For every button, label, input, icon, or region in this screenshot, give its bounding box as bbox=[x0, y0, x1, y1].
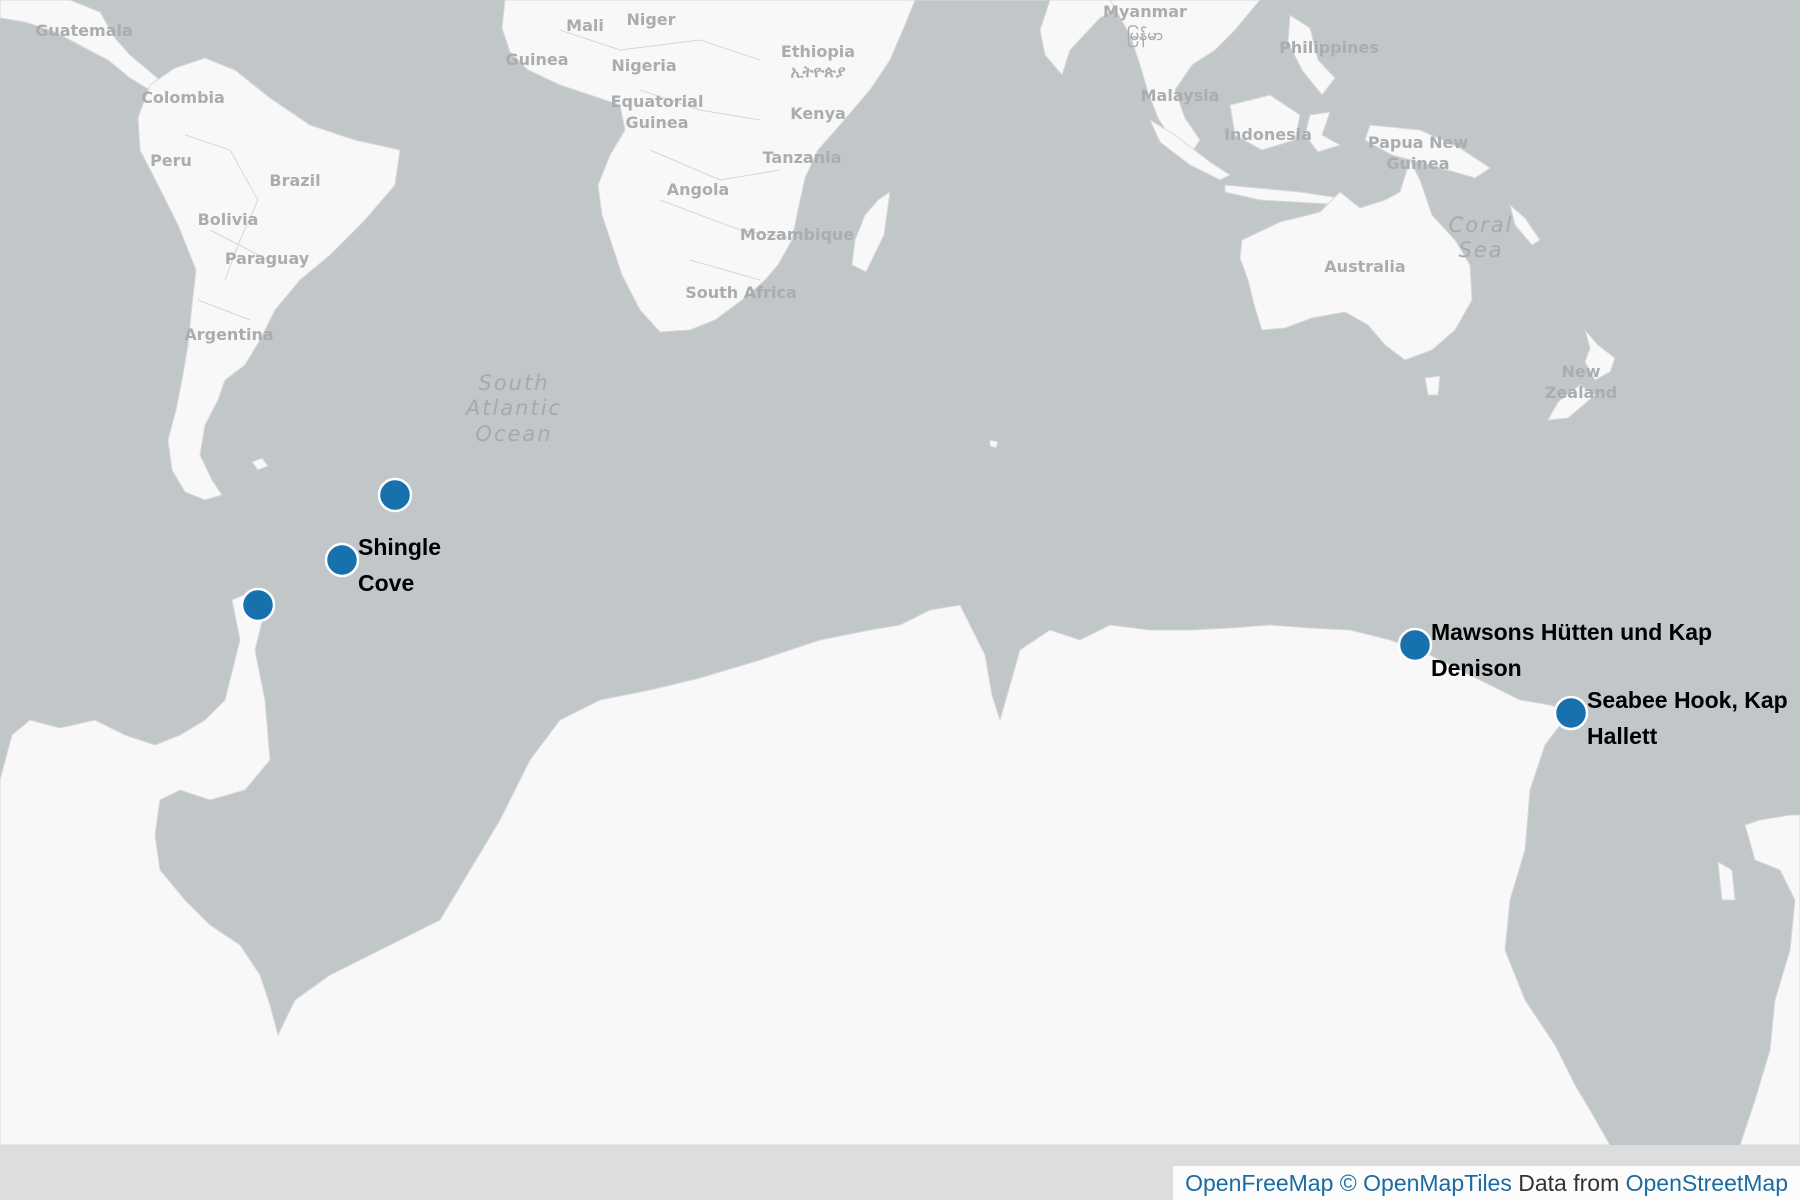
country-label-papua-new-guinea-2: Guinea bbox=[1386, 154, 1449, 173]
ocean-label-south-atlantic-3: Ocean bbox=[475, 422, 552, 446]
country-label-angola: Angola bbox=[667, 180, 730, 199]
country-label-new-zealand-1: New bbox=[1561, 362, 1600, 381]
country-label-australia: Australia bbox=[1324, 257, 1405, 276]
country-label-guatemala: Guatemala bbox=[35, 21, 133, 40]
country-label-equatorial-guinea-1: Equatorial bbox=[611, 92, 704, 111]
country-label-philippines: Philippines bbox=[1279, 38, 1379, 57]
country-label-malaysia: Malaysia bbox=[1141, 86, 1220, 105]
link-openmaptiles[interactable]: © OpenMapTiles bbox=[1340, 1170, 1512, 1196]
country-label-mozambique: Mozambique bbox=[740, 225, 854, 244]
country-label-bolivia: Bolivia bbox=[198, 210, 259, 229]
marker-unlabeled-peninsula[interactable] bbox=[240, 587, 276, 623]
land-tasmania bbox=[1424, 375, 1441, 396]
country-label-niger: Niger bbox=[626, 10, 675, 29]
marker-label-mawsons-huetten-line1: Mawsons Hütten und Kap bbox=[1431, 619, 1712, 645]
map-svg: Guatemala Mali Niger Guinea Nigeria Ethi… bbox=[0, 0, 1800, 1145]
country-label-new-zealand-2: Zealand bbox=[1545, 383, 1617, 402]
ocean-label-coral-sea-2: Sea bbox=[1458, 238, 1503, 262]
country-label-colombia: Colombia bbox=[141, 88, 225, 107]
marker-mawsons-huetten[interactable] bbox=[1397, 627, 1433, 663]
country-label-kenya: Kenya bbox=[790, 104, 846, 123]
country-label-south-africa: South Africa bbox=[685, 283, 797, 302]
link-openstreetmap[interactable]: OpenStreetMap bbox=[1626, 1170, 1788, 1196]
ocean-label-coral-sea-1: Coral bbox=[1449, 213, 1514, 237]
country-label-mali: Mali bbox=[566, 16, 604, 35]
land-kerguelen bbox=[989, 439, 999, 449]
country-label-peru: Peru bbox=[150, 151, 192, 170]
marker-shingle-cove[interactable] bbox=[324, 542, 360, 578]
link-openfreemap[interactable]: OpenFreeMap bbox=[1185, 1170, 1333, 1196]
country-label-papua-new-guinea-1: Papua New bbox=[1368, 133, 1469, 152]
marker-seabee-hook[interactable] bbox=[1553, 695, 1589, 731]
country-label-ethiopia: Ethiopia bbox=[781, 42, 855, 61]
country-label-guinea: Guinea bbox=[505, 50, 568, 69]
country-label-argentina: Argentina bbox=[184, 325, 273, 344]
marker-label-seabee-hook-line1: Seabee Hook, Kap bbox=[1587, 687, 1788, 713]
marker-unlabeled-north[interactable] bbox=[377, 477, 413, 513]
country-label-myanmar: Myanmar bbox=[1103, 2, 1187, 21]
ocean-label-south-atlantic-1: South bbox=[478, 371, 549, 395]
country-label-indonesia: Indonesia bbox=[1224, 125, 1312, 144]
marker-label-mawsons-huetten-line2: Denison bbox=[1431, 655, 1522, 681]
marker-label-seabee-hook-line2: Hallett bbox=[1587, 723, 1658, 749]
country-label-paraguay: Paraguay bbox=[225, 249, 310, 268]
country-label-nigeria: Nigeria bbox=[611, 56, 676, 75]
country-label-equatorial-guinea-2: Guinea bbox=[625, 113, 688, 132]
marker-label-shingle-cove-line1: Shingle bbox=[358, 534, 441, 560]
country-label-brazil: Brazil bbox=[269, 171, 320, 190]
marker-label-shingle-cove-line2: Cove bbox=[358, 570, 414, 596]
map-canvas[interactable]: Guatemala Mali Niger Guinea Nigeria Ethi… bbox=[0, 0, 1800, 1145]
country-label-tanzania: Tanzania bbox=[763, 148, 842, 167]
ocean-label-south-atlantic-2: Atlantic bbox=[464, 396, 562, 420]
attribution-data-from: Data from bbox=[1518, 1170, 1620, 1196]
map-attribution: OpenFreeMap © OpenMapTiles Data from Ope… bbox=[1173, 1166, 1800, 1200]
country-label-ethiopia-native: ኢትዮጵያ bbox=[790, 62, 845, 81]
